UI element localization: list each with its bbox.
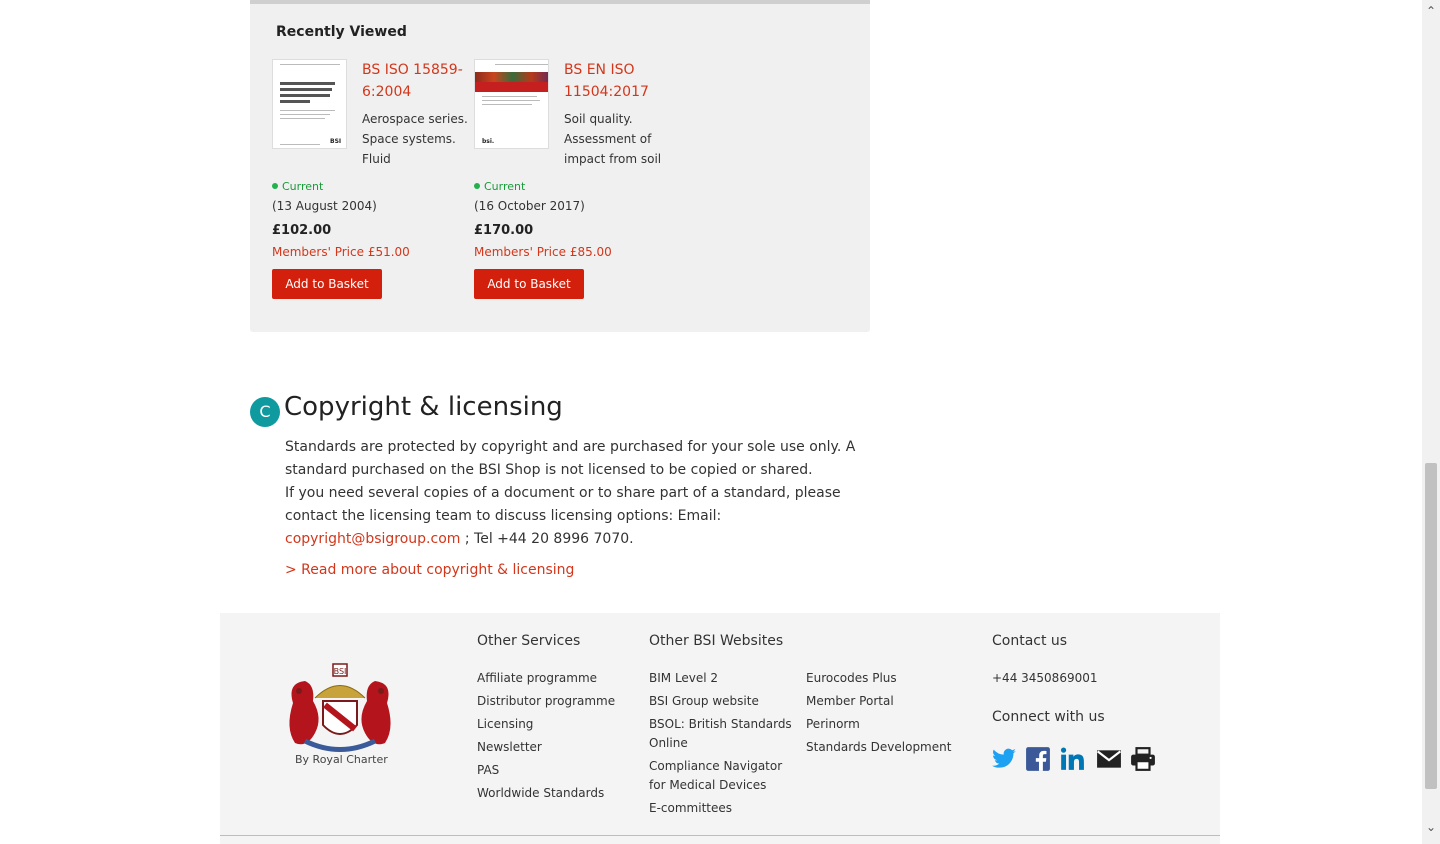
footer-link[interactable]: Compliance Navigator for Medical Devices — [649, 759, 782, 792]
product-price: £170.00 — [474, 223, 534, 238]
add-to-basket-button[interactable]: Add to Basket — [474, 269, 584, 299]
footer-link-item: Newsletter — [477, 738, 627, 757]
copyright-text: Standards are protected by copyright and… — [285, 436, 865, 551]
scrollbar-thumb[interactable] — [1425, 463, 1437, 789]
product-date: (16 October 2017) — [474, 199, 585, 213]
page-scrollbar[interactable]: ⌃ ⌄ — [1422, 0, 1440, 844]
footer-link[interactable]: PAS — [477, 763, 499, 777]
footer-link[interactable]: Perinorm — [806, 717, 860, 731]
footer: BSI By Royal Charter Other Services Affi… — [220, 613, 1220, 844]
page: Recently Viewed BSI BS ISO 15859-6:2004 … — [0, 0, 1422, 844]
footer-link-item: Distributor programme — [477, 692, 627, 711]
royal-charter-crest-icon: BSI — [289, 663, 391, 752]
footer-link[interactable]: Newsletter — [477, 740, 542, 754]
footer-link[interactable]: Affiliate programme — [477, 671, 597, 685]
status-dot-icon — [474, 183, 480, 189]
footer-link[interactable]: BSOL: British Standards Online — [649, 717, 792, 750]
footer-link[interactable]: Standards Development — [806, 740, 951, 754]
footer-link[interactable]: E-committees — [649, 801, 732, 815]
copyright-para-2: If you need several copies of a document… — [285, 482, 865, 551]
product-description: Aerospace series. Space systems. Fluid — [362, 112, 468, 166]
footer-link-item: Standards Development — [806, 738, 956, 757]
footer-link-item: Eurocodes Plus — [806, 669, 956, 688]
footer-link[interactable]: Member Portal — [806, 694, 894, 708]
footer-link[interactable]: Worldwide Standards — [477, 786, 604, 800]
members-price: Members' Price £51.00 — [272, 245, 410, 259]
product-price: £102.00 — [272, 223, 332, 238]
footer-link-item: Licensing — [477, 715, 627, 734]
product-thumbnail[interactable]: bsi. — [474, 59, 549, 149]
footer-link-item: Perinorm — [806, 715, 956, 734]
contact-title: Contact us — [992, 633, 1068, 649]
footer-link-item: Worldwide Standards — [477, 784, 627, 803]
status-label: Current — [282, 180, 324, 193]
copyright-email-link[interactable]: copyright@bsigroup.com — [285, 531, 460, 547]
twitter-icon[interactable] — [991, 746, 1017, 772]
connect-title: Connect with us — [992, 709, 1105, 725]
status-badge: Current — [272, 180, 323, 193]
product-description: Soil quality. Assessment of impact from … — [564, 112, 662, 166]
recently-viewed-title: Recently Viewed — [276, 24, 407, 40]
copyright-para-2-text: If you need several copies of a document… — [285, 485, 841, 524]
print-icon[interactable] — [1130, 746, 1156, 772]
linkedin-icon[interactable] — [1059, 746, 1085, 772]
email-icon[interactable] — [1096, 746, 1122, 772]
svg-text:BSI: BSI — [334, 667, 347, 676]
facebook-icon[interactable] — [1025, 746, 1051, 772]
footer-link-item: BIM Level 2 — [649, 669, 794, 688]
footer-link-item: Compliance Navigator for Medical Devices — [649, 757, 794, 795]
copyright-para-1: Standards are protected by copyright and… — [285, 439, 856, 478]
footer-link-item: PAS — [477, 761, 627, 780]
footer-link[interactable]: BSI Group website — [649, 694, 759, 708]
product-thumbnail[interactable]: BSI — [272, 59, 347, 149]
copyright-phone-text: ; Tel +44 20 8996 7070. — [460, 531, 634, 547]
other-websites-list-1: BIM Level 2 BSI Group website BSOL: Brit… — [649, 669, 794, 822]
crest-caption: By Royal Charter — [295, 753, 388, 766]
footer-link[interactable]: Licensing — [477, 717, 533, 731]
members-price: Members' Price £85.00 — [474, 245, 612, 259]
other-services-list: Affiliate programme Distributor programm… — [477, 669, 627, 807]
footer-link[interactable]: BIM Level 2 — [649, 671, 718, 685]
copyright-icon: C — [250, 397, 280, 427]
add-to-basket-button[interactable]: Add to Basket — [272, 269, 382, 299]
footer-divider — [220, 835, 1220, 836]
footer-link-item: BSOL: British Standards Online — [649, 715, 794, 753]
read-more-copyright-link[interactable]: > Read more about copyright & licensing — [285, 562, 574, 578]
footer-link-item: E-committees — [649, 799, 794, 818]
footer-link[interactable]: Distributor programme — [477, 694, 615, 708]
scroll-down-arrow-icon[interactable]: ⌄ — [1422, 818, 1440, 836]
footer-link-item: BSI Group website — [649, 692, 794, 711]
bsi-logo: bsi. — [482, 138, 495, 145]
status-badge: Current — [474, 180, 525, 193]
copyright-title: Copyright & licensing — [284, 392, 563, 422]
other-websites-title: Other BSI Websites — [649, 633, 784, 649]
status-label: Current — [484, 180, 526, 193]
contact-phone: +44 3450869001 — [992, 671, 1098, 685]
product-date: (13 August 2004) — [272, 199, 377, 213]
other-websites-list-2: Eurocodes Plus Member Portal Perinorm St… — [806, 669, 956, 761]
status-dot-icon — [272, 183, 278, 189]
bsi-logo: BSI — [330, 138, 342, 145]
scroll-up-arrow-icon[interactable]: ⌃ — [1422, 2, 1440, 20]
other-services-title: Other Services — [477, 633, 581, 649]
recently-viewed-panel: Recently Viewed BSI BS ISO 15859-6:2004 … — [250, 0, 870, 332]
footer-link-item: Affiliate programme — [477, 669, 627, 688]
product-code-link[interactable]: BS ISO 15859-6:2004 — [362, 59, 472, 103]
product-code-link[interactable]: BS EN ISO 11504:2017 — [564, 59, 674, 103]
footer-link[interactable]: Eurocodes Plus — [806, 671, 897, 685]
footer-link-item: Member Portal — [806, 692, 956, 711]
